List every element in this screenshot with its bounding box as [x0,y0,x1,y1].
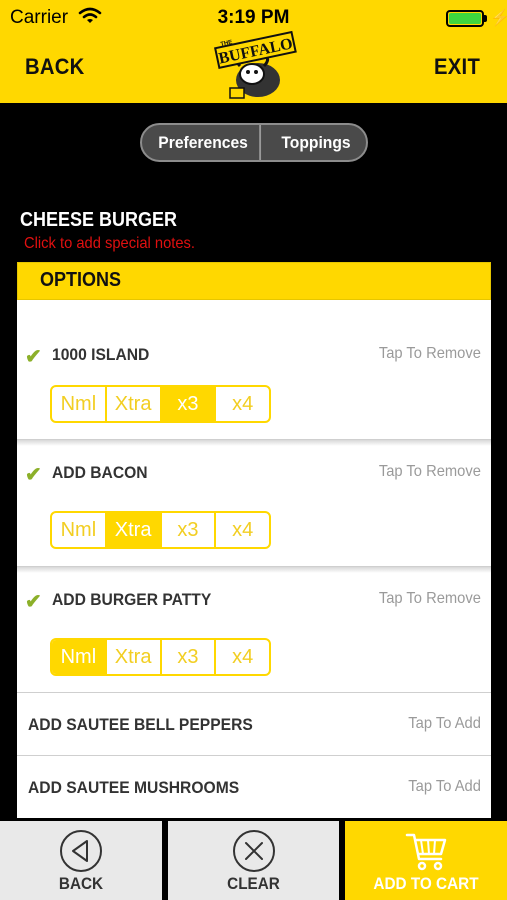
qty-option-x3[interactable]: x3 [162,640,217,674]
qty-option-xtra[interactable]: Xtra [106,513,162,547]
qty-option-x3[interactable]: x3 [161,387,217,421]
clear-label: CLEAR [227,874,280,893]
tap-to-remove-button[interactable]: Tap To Remove [379,463,481,481]
option-name: ADD BURGER PATTY [52,590,212,609]
buffalo-logo: BUFFALO THE [214,30,297,99]
bottom-back-button[interactable]: BACK [0,821,162,900]
options-list: ✔ 1000 ISLAND Tap To Remove Nml Xtra x3 … [17,300,491,818]
qty-option-x3[interactable]: x3 [162,513,217,547]
option-name: ADD SAUTEE MUSHROOMS [28,778,240,797]
quantity-selector: Nml Xtra x3 x4 [50,385,271,423]
header-back-button[interactable]: BACK [25,54,85,80]
quantity-selector: Nml Xtra x3 x4 [50,638,271,676]
item-title: CHEESE BURGER [20,209,178,231]
check-icon: ✔ [25,346,42,368]
option-row-add-burger-patty[interactable]: ✔ ADD BURGER PATTY Tap To Remove Nml Xtr… [17,567,491,693]
qty-option-nml[interactable]: Nml [52,513,107,547]
tap-to-remove-button[interactable]: Tap To Remove [379,590,481,608]
check-icon: ✔ [25,591,42,613]
qty-option-xtra[interactable]: Xtra [107,387,162,421]
tap-to-remove-button[interactable]: Tap To Remove [379,345,481,363]
option-row-add-sautee-bell-peppers[interactable]: ADD SAUTEE BELL PEPPERS Tap To Add [17,693,491,756]
cart-icon [405,833,447,871]
qty-option-xtra[interactable]: Xtra [107,640,162,674]
battery-icon [446,10,484,27]
qty-option-x4[interactable]: x4 [216,387,269,421]
qty-option-nml[interactable]: Nml [52,640,107,674]
charging-icon: ⚡ [490,10,507,27]
quantity-selector: Nml Xtra x3 x4 [50,511,271,549]
check-icon: ✔ [25,464,42,486]
bottom-action-bar: BACK CLEAR ADD TO CART [0,818,507,900]
options-header: OPTIONS [17,262,491,300]
add-to-cart-button[interactable]: ADD TO CART [345,821,507,900]
qty-option-x4[interactable]: x4 [216,640,269,674]
tap-to-add-button[interactable]: Tap To Add [408,715,481,733]
qty-option-x4[interactable]: x4 [216,513,269,547]
option-name: 1000 ISLAND [52,345,150,364]
clear-button[interactable]: CLEAR [168,821,339,900]
add-to-cart-label: ADD TO CART [373,874,479,893]
header-exit-button[interactable]: EXIT [434,54,480,80]
tab-preferences[interactable]: Preferences [147,125,262,160]
special-notes-link[interactable]: Click to add special notes. [24,235,195,253]
tap-to-add-button[interactable]: Tap To Add [408,778,481,796]
qty-option-nml[interactable]: Nml [52,387,107,421]
option-name: ADD BACON [52,463,148,482]
bottom-back-label: BACK [58,874,104,893]
option-name: ADD SAUTEE BELL PEPPERS [28,715,253,734]
back-arrow-icon [60,830,102,872]
app-header: Carrier 3:19 PM ⚡ BACK BUFFALO THE EXIT [0,0,507,103]
segmented-tabs: Preferences Toppings [140,123,368,162]
tab-toppings[interactable]: Toppings [270,125,362,160]
option-row-add-sautee-mushrooms[interactable]: ADD SAUTEE MUSHROOMS Tap To Add [17,756,491,818]
clear-x-icon [232,830,275,872]
option-row-add-bacon[interactable]: ✔ ADD BACON Tap To Remove Nml Xtra x3 x4 [17,440,491,567]
battery-tip [484,15,487,22]
status-time: 3:19 PM [217,7,290,28]
option-row-1000-island[interactable]: ✔ 1000 ISLAND Tap To Remove Nml Xtra x3 … [17,308,491,440]
options-header-label: OPTIONS [40,269,122,291]
